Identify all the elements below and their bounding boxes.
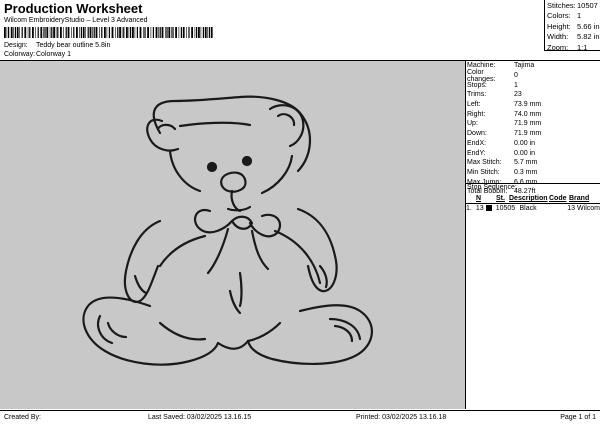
stat-colors: Colors: 1: [547, 11, 582, 21]
col-st: St.: [496, 195, 505, 202]
col-brand: Brand: [569, 195, 590, 202]
colorway-label: Colorway:: [4, 51, 36, 58]
stat-zoom: Zoom: 1:1: [547, 42, 588, 52]
row-brand: Wilcom: [577, 205, 600, 212]
info-endy: EndY: 0.00 in: [467, 149, 536, 157]
stop-sequence-header: N St. Description Code Brand: [466, 194, 600, 204]
row-code: 13: [567, 205, 576, 212]
info-down: Down: 71.9 mm: [467, 130, 542, 138]
info-stops: Stops: 1: [467, 81, 518, 89]
design-value: Teddy bear outline 5.8in: [36, 42, 111, 49]
info-trims: Trims: 23: [467, 91, 522, 99]
info-color-changes: Color changes: 0: [467, 68, 518, 83]
barcode: [4, 27, 213, 38]
last-saved: Last Saved: 03/02/2025 13.16.15: [148, 414, 252, 421]
info-min-stitch: Min Stitch: 0.3 mm: [467, 168, 538, 176]
stop-sequence-title: Stop Sequence:: [467, 184, 517, 191]
info-right: Right: 74.0 mm: [467, 110, 542, 118]
color-swatch: [485, 204, 492, 211]
worksheet-title: Production Worksheet: [4, 1, 143, 16]
software-subtitle: Wilcom EmbroideryStudio – Level 3 Advanc…: [4, 17, 148, 24]
stop-sequence-table: N St. Description Code Brand 1. 13 10505…: [466, 194, 600, 213]
design-preview: [0, 61, 466, 409]
col-description: Description: [509, 195, 548, 202]
info-endx: EndX: 0.00 in: [467, 139, 536, 147]
info-left: Left: 73.9 mm: [467, 101, 542, 109]
design-label: Design:: [4, 42, 28, 49]
stats-box: Stitches: 10507 Colors: 1 Height: 5.66 in W…: [544, 0, 600, 52]
machine-info: Machine: Tajima Color changes: 0 Stops: 1 T…: [466, 61, 600, 197]
created-by: Created By:: [4, 414, 41, 421]
design-row: Design: Teddy bear outline 5.8in: [4, 42, 110, 49]
row-n: 13: [475, 205, 484, 212]
col-code: Code: [549, 195, 567, 202]
colorway-value: Colorway 1: [36, 51, 72, 58]
colorway-row: Colorway: Colorway 1: [4, 51, 71, 58]
stat-width: Width: 5.82 in: [547, 32, 600, 42]
row-st: 10505: [495, 205, 516, 212]
row-index: 1.: [466, 205, 472, 212]
stat-stitches: Stitches: 10507: [547, 0, 598, 10]
info-up: Up: 71.9 mm: [467, 120, 542, 128]
teddy-bear-drawing: [82, 95, 373, 366]
footer: Created By: Last Saved: 03/02/2025 13.16…: [0, 410, 600, 425]
stat-height: Height: 5.66 in: [547, 21, 600, 31]
col-n: N: [476, 195, 482, 202]
table-row: 1. 13 10505 Black 13 Wilcom: [466, 204, 600, 213]
printed-date: Printed: 03/02/2025 13.16.18: [356, 414, 447, 421]
page-number: Page 1 of 1: [560, 414, 596, 421]
info-max-stitch: Max Stitch: 5.7 mm: [467, 159, 538, 167]
row-description: Black: [519, 205, 537, 212]
